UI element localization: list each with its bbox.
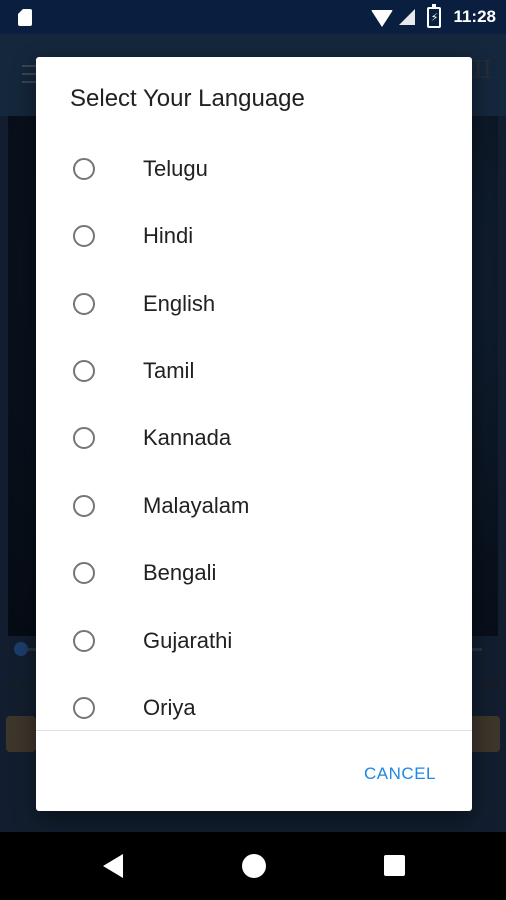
radio-button[interactable] [73, 426, 95, 449]
battery-charging-icon [427, 3, 442, 28]
navigation-bar [0, 832, 506, 900]
option-label: Tamil [143, 357, 195, 383]
option-label: Telugu [143, 155, 208, 181]
signal-icon [399, 9, 416, 25]
home-icon[interactable] [242, 854, 266, 878]
screen: Ш 00: :58 11:28 Select Your Language Tel… [0, 0, 506, 900]
language-options-list[interactable]: Telugu Hindi English Tamil Kannada Malay… [36, 135, 472, 729]
radio-button[interactable] [73, 561, 95, 584]
option-label: Malayalam [143, 492, 250, 518]
option-english[interactable]: English [36, 270, 472, 337]
radio-button[interactable] [73, 359, 95, 382]
option-label: Hindi [143, 222, 194, 248]
recents-icon[interactable] [384, 855, 405, 876]
option-hindi[interactable]: Hindi [36, 202, 472, 269]
option-oriya[interactable]: Oriya [36, 674, 472, 729]
dialog-divider [36, 730, 472, 731]
status-icons: 11:28 [371, 0, 496, 34]
option-bengali[interactable]: Bengali [36, 539, 472, 606]
wifi-icon [371, 9, 394, 27]
option-label: Gujarathi [143, 627, 233, 653]
option-label: Kannada [143, 424, 232, 450]
option-label: Oriya [143, 694, 196, 720]
radio-button[interactable] [73, 292, 95, 315]
radio-button[interactable] [73, 696, 95, 719]
option-label: Bengali [143, 559, 217, 585]
radio-button[interactable] [73, 224, 95, 247]
radio-button[interactable] [73, 157, 95, 180]
status-time: 11:28 [453, 7, 496, 26]
option-telugu[interactable]: Telugu [36, 135, 472, 202]
option-malayalam[interactable]: Malayalam [36, 472, 472, 539]
language-dialog: Select Your Language Telugu Hindi Englis… [36, 57, 472, 811]
option-label: English [143, 290, 216, 316]
option-tamil[interactable]: Tamil [36, 337, 472, 404]
radio-button[interactable] [73, 494, 95, 517]
option-gujarathi[interactable]: Gujarathi [36, 607, 472, 674]
option-kannada[interactable]: Kannada [36, 404, 472, 471]
cancel-button[interactable]: CANCEL [364, 760, 436, 788]
dialog-title: Select Your Language [70, 85, 305, 112]
sd-card-icon [18, 9, 32, 26]
status-bar: 11:28 [0, 0, 506, 34]
radio-button[interactable] [73, 629, 95, 652]
back-icon[interactable] [103, 854, 123, 878]
